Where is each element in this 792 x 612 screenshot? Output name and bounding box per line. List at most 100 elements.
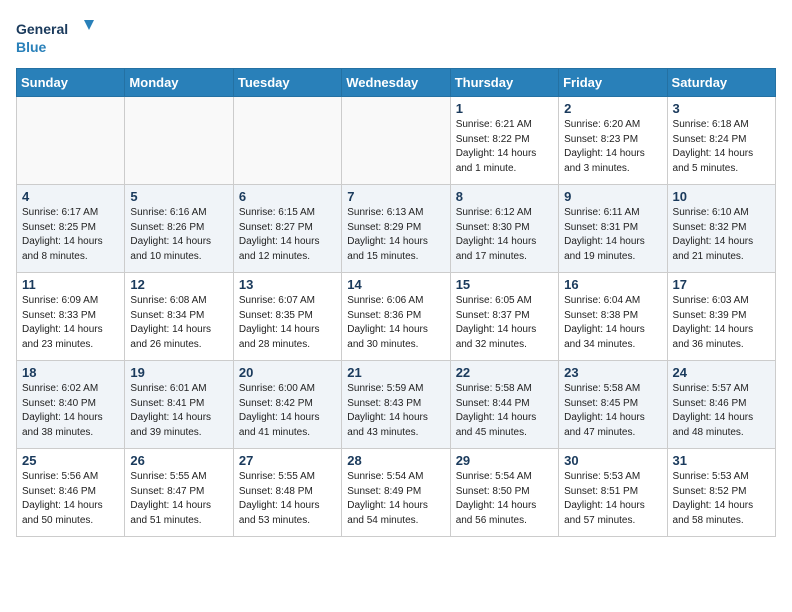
day-number: 27: [239, 453, 336, 468]
day-info: Sunrise: 5:54 AM Sunset: 8:49 PM Dayligh…: [347, 470, 444, 528]
weekday-header: Wednesday: [342, 69, 450, 97]
day-info: Sunrise: 6:21 AM Sunset: 8:22 PM Dayligh…: [456, 118, 553, 176]
calendar-cell: 8Sunrise: 6:12 AM Sunset: 8:30 PM Daylig…: [450, 185, 558, 273]
weekday-header: Saturday: [667, 69, 775, 97]
day-info: Sunrise: 6:02 AM Sunset: 8:40 PM Dayligh…: [22, 382, 119, 440]
day-info: Sunrise: 5:55 AM Sunset: 8:48 PM Dayligh…: [239, 470, 336, 528]
calendar-cell: 3 Sunrise: 6:18 AM Sunset: 8:24 PM Daylig…: [667, 97, 775, 185]
day-number: 18: [22, 365, 119, 380]
calendar-cell: 17 Sunrise: 6:03 AM Sunset: 8:39 PM Dayli…: [667, 273, 775, 361]
day-number: 24: [673, 365, 770, 380]
day-info: Sunrise: 6:06 AM Sunset: 8:36 PM Dayligh…: [347, 294, 444, 352]
calendar-cell: 12 Sunrise: 6:08 AM Sunset: 8:34 PM Dayli…: [125, 273, 233, 361]
logo-svg: General Blue: [16, 16, 96, 60]
calendar-week-row: 25 Sunrise: 5:56 AM Sunset: 8:46 PM Dayli…: [17, 449, 776, 537]
day-number: 4: [22, 189, 119, 204]
weekday-header: Friday: [559, 69, 667, 97]
day-number: 6: [239, 189, 336, 204]
day-number: 31: [673, 453, 770, 468]
day-info: Sunrise: 6:11 AM Sunset: 8:31 PM Dayligh…: [564, 206, 661, 264]
day-number: 21: [347, 365, 444, 380]
calendar-cell: [125, 97, 233, 185]
day-info: Sunrise: 5:55 AM Sunset: 8:47 PM Dayligh…: [130, 470, 227, 528]
calendar-cell: 27 Sunrise: 5:55 AM Sunset: 8:48 PM Dayli…: [233, 449, 341, 537]
day-info: Sunrise: 5:53 AM Sunset: 8:51 PM Dayligh…: [564, 470, 661, 528]
calendar-cell: 2Sunrise: 6:20 AM Sunset: 8:23 PM Daylig…: [559, 97, 667, 185]
calendar-cell: 4 Sunrise: 6:17 AM Sunset: 8:25 PM Daylig…: [17, 185, 125, 273]
day-number: 12: [130, 277, 227, 292]
day-info: Sunrise: 5:53 AM Sunset: 8:52 PM Dayligh…: [673, 470, 770, 528]
day-number: 15: [456, 277, 553, 292]
calendar-cell: 10Sunrise: 6:10 AM Sunset: 8:32 PM Dayli…: [667, 185, 775, 273]
weekday-header: Thursday: [450, 69, 558, 97]
calendar-cell: 14 Sunrise: 6:06 AM Sunset: 8:36 PM Dayli…: [342, 273, 450, 361]
weekday-header: Sunday: [17, 69, 125, 97]
day-number: 5: [130, 189, 227, 204]
calendar-cell: 9 Sunrise: 6:11 AM Sunset: 8:31 PM Daylig…: [559, 185, 667, 273]
calendar-cell: 20 Sunrise: 6:00 AM Sunset: 8:42 PM Dayli…: [233, 361, 341, 449]
calendar-cell: [233, 97, 341, 185]
day-number: 13: [239, 277, 336, 292]
weekday-header: Tuesday: [233, 69, 341, 97]
calendar-cell: 11 Sunrise: 6:09 AM Sunset: 8:33 PM Dayli…: [17, 273, 125, 361]
day-info: Sunrise: 6:04 AM Sunset: 8:38 PM Dayligh…: [564, 294, 661, 352]
weekday-header: Monday: [125, 69, 233, 97]
day-info: Sunrise: 6:01 AM Sunset: 8:41 PM Dayligh…: [130, 382, 227, 440]
day-number: 19: [130, 365, 227, 380]
day-number: 11: [22, 277, 119, 292]
day-number: 25: [22, 453, 119, 468]
day-info: Sunrise: 6:12 AM Sunset: 8:30 PM Dayligh…: [456, 206, 553, 264]
calendar-week-row: 1Sunrise: 6:21 AM Sunset: 8:22 PM Daylig…: [17, 97, 776, 185]
day-info: Sunrise: 6:17 AM Sunset: 8:25 PM Dayligh…: [22, 206, 119, 264]
day-number: 14: [347, 277, 444, 292]
calendar: SundayMondayTuesdayWednesdayThursdayFrid…: [16, 68, 776, 537]
day-number: 26: [130, 453, 227, 468]
calendar-cell: 16 Sunrise: 6:04 AM Sunset: 8:38 PM Dayli…: [559, 273, 667, 361]
calendar-cell: 25 Sunrise: 5:56 AM Sunset: 8:46 PM Dayli…: [17, 449, 125, 537]
calendar-cell: 1Sunrise: 6:21 AM Sunset: 8:22 PM Daylig…: [450, 97, 558, 185]
svg-text:Blue: Blue: [16, 39, 47, 55]
svg-text:General: General: [16, 21, 68, 37]
day-info: Sunrise: 5:56 AM Sunset: 8:46 PM Dayligh…: [22, 470, 119, 528]
calendar-cell: 19 Sunrise: 6:01 AM Sunset: 8:41 PM Dayli…: [125, 361, 233, 449]
calendar-cell: 21Sunrise: 5:59 AM Sunset: 8:43 PM Dayli…: [342, 361, 450, 449]
calendar-cell: 29Sunrise: 5:54 AM Sunset: 8:50 PM Dayli…: [450, 449, 558, 537]
day-info: Sunrise: 6:09 AM Sunset: 8:33 PM Dayligh…: [22, 294, 119, 352]
header: General Blue: [16, 16, 776, 60]
calendar-cell: 24 Sunrise: 5:57 AM Sunset: 8:46 PM Dayli…: [667, 361, 775, 449]
day-info: Sunrise: 5:57 AM Sunset: 8:46 PM Dayligh…: [673, 382, 770, 440]
day-number: 9: [564, 189, 661, 204]
day-info: Sunrise: 6:10 AM Sunset: 8:32 PM Dayligh…: [673, 206, 770, 264]
weekday-header-row: SundayMondayTuesdayWednesdayThursdayFrid…: [17, 69, 776, 97]
day-info: Sunrise: 6:18 AM Sunset: 8:24 PM Dayligh…: [673, 118, 770, 176]
calendar-week-row: 11 Sunrise: 6:09 AM Sunset: 8:33 PM Dayli…: [17, 273, 776, 361]
day-number: 29: [456, 453, 553, 468]
calendar-cell: 13Sunrise: 6:07 AM Sunset: 8:35 PM Dayli…: [233, 273, 341, 361]
day-number: 30: [564, 453, 661, 468]
day-info: Sunrise: 6:00 AM Sunset: 8:42 PM Dayligh…: [239, 382, 336, 440]
logo: General Blue: [16, 16, 96, 60]
day-info: Sunrise: 5:58 AM Sunset: 8:44 PM Dayligh…: [456, 382, 553, 440]
day-info: Sunrise: 6:08 AM Sunset: 8:34 PM Dayligh…: [130, 294, 227, 352]
calendar-cell: 7Sunrise: 6:13 AM Sunset: 8:29 PM Daylig…: [342, 185, 450, 273]
calendar-cell: 5 Sunrise: 6:16 AM Sunset: 8:26 PM Daylig…: [125, 185, 233, 273]
day-info: Sunrise: 6:05 AM Sunset: 8:37 PM Dayligh…: [456, 294, 553, 352]
day-number: 17: [673, 277, 770, 292]
day-info: Sunrise: 6:13 AM Sunset: 8:29 PM Dayligh…: [347, 206, 444, 264]
day-info: Sunrise: 6:03 AM Sunset: 8:39 PM Dayligh…: [673, 294, 770, 352]
day-number: 28: [347, 453, 444, 468]
calendar-cell: 15 Sunrise: 6:05 AM Sunset: 8:37 PM Dayli…: [450, 273, 558, 361]
day-info: Sunrise: 6:16 AM Sunset: 8:26 PM Dayligh…: [130, 206, 227, 264]
day-number: 23: [564, 365, 661, 380]
calendar-week-row: 4 Sunrise: 6:17 AM Sunset: 8:25 PM Daylig…: [17, 185, 776, 273]
day-info: Sunrise: 5:58 AM Sunset: 8:45 PM Dayligh…: [564, 382, 661, 440]
calendar-cell: 31 Sunrise: 5:53 AM Sunset: 8:52 PM Dayli…: [667, 449, 775, 537]
calendar-cell: 22Sunrise: 5:58 AM Sunset: 8:44 PM Dayli…: [450, 361, 558, 449]
calendar-cell: 6 Sunrise: 6:15 AM Sunset: 8:27 PM Daylig…: [233, 185, 341, 273]
calendar-cell: 30 Sunrise: 5:53 AM Sunset: 8:51 PM Dayli…: [559, 449, 667, 537]
calendar-cell: 18 Sunrise: 6:02 AM Sunset: 8:40 PM Dayli…: [17, 361, 125, 449]
day-number: 20: [239, 365, 336, 380]
day-number: 3: [673, 101, 770, 116]
day-number: 16: [564, 277, 661, 292]
day-info: Sunrise: 6:15 AM Sunset: 8:27 PM Dayligh…: [239, 206, 336, 264]
